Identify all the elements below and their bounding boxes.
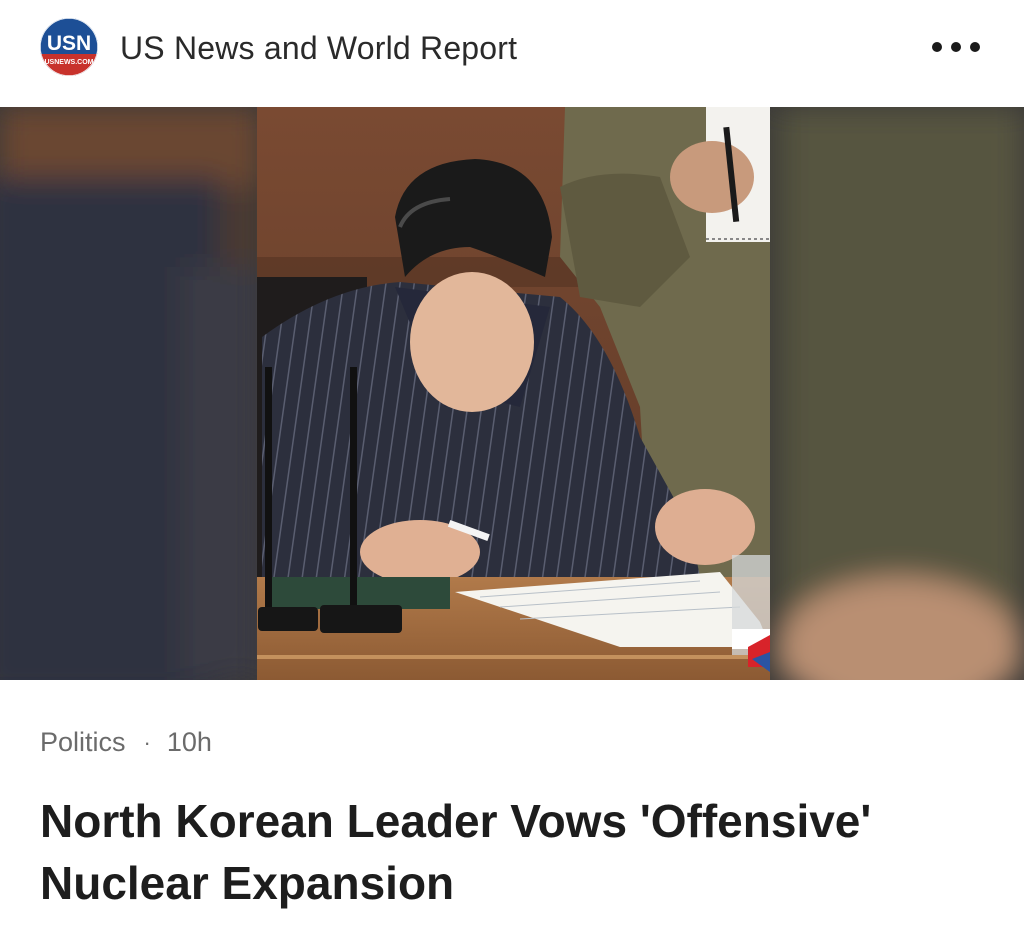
news-card[interactable]: USN USNEWS.COM US News and World Report	[0, 0, 1024, 934]
more-dot	[970, 42, 980, 52]
more-options-button[interactable]	[932, 34, 980, 60]
article-headline[interactable]: North Korean Leader Vows 'Offensive' Nuc…	[40, 790, 990, 914]
photo-main	[257, 107, 770, 680]
article-time: 10h	[166, 727, 212, 757]
article-category[interactable]: Politics	[40, 727, 126, 758]
publisher-name[interactable]: US News and World Report	[120, 30, 517, 67]
article-meta: Politics · 10h	[40, 727, 212, 758]
article-hero-image[interactable]	[0, 107, 1024, 680]
logo-subtext: USNEWS.COM	[45, 59, 94, 66]
logo-text: USN	[47, 32, 91, 55]
more-dot	[951, 42, 961, 52]
more-horizontal-icon	[932, 42, 942, 52]
card-header: USN USNEWS.COM US News and World Report	[0, 0, 1024, 106]
meta-separator: ·	[143, 729, 151, 755]
publisher-logo[interactable]: USN USNEWS.COM	[40, 18, 98, 76]
